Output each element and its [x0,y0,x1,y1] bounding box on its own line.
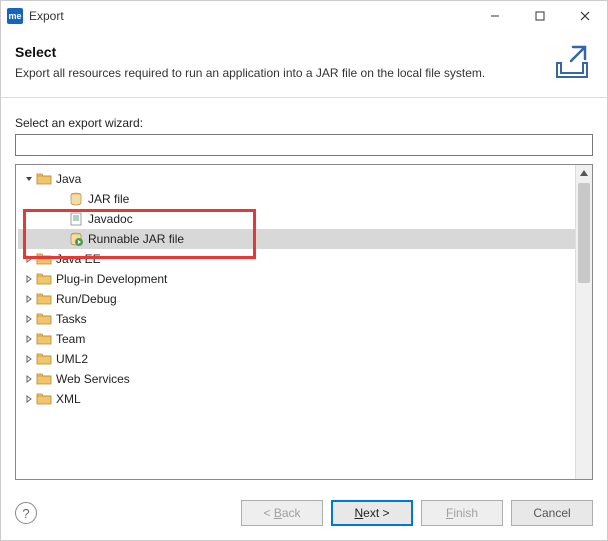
tree-item[interactable]: Java EE [18,249,575,269]
filter-input[interactable] [15,134,593,156]
chevron-right-icon[interactable] [22,252,36,266]
finish-button: Finish [421,500,503,526]
chevron-right-icon[interactable] [22,272,36,286]
folder-icon [36,391,52,407]
minimize-button[interactable] [472,1,517,31]
tree-item[interactable]: Team [18,329,575,349]
tree-item[interactable]: Run/Debug [18,289,575,309]
page-description: Export all resources required to run an … [15,66,541,80]
page-title: Select [15,44,541,60]
chevron-right-icon[interactable] [22,332,36,346]
tree-item-label: Web Services [56,372,130,386]
chevron-right-icon[interactable] [22,292,36,306]
tree-item-label: Javadoc [88,212,133,226]
tree-item[interactable]: Runnable JAR file [18,229,575,249]
close-button[interactable] [562,1,607,31]
chevron-down-icon[interactable] [22,172,36,186]
tree-item-label: UML2 [56,352,88,366]
chevron-right-icon[interactable] [22,312,36,326]
dialog-header: Select Export all resources required to … [1,31,607,98]
tree-item-label: Java EE [56,252,101,266]
tree-item-label: JAR file [88,192,129,206]
wizard-tree-container: Java JAR file Javadoc Runnable JAR file Java… [15,164,593,480]
window-controls [472,1,607,31]
next-label: Next > [354,506,389,520]
folder-icon [36,351,52,367]
chevron-right-icon[interactable] [22,352,36,366]
finish-label: Finish [446,506,478,520]
wizard-prompt: Select an export wizard: [15,116,593,130]
tree-item[interactable]: Java [18,169,575,189]
chevron-right-icon[interactable] [22,392,36,406]
tree-item-label: Run/Debug [56,292,117,306]
tree-scrollbar[interactable] [575,165,592,479]
export-icon [551,41,593,83]
button-bar: ? < Back Next > Finish Cancel [1,488,607,540]
folder-icon [36,371,52,387]
tree-item-label: Java [56,172,81,186]
window-title: Export [29,9,472,23]
main-content: Select an export wizard: JavaJAR fileJav… [1,98,607,488]
folder-icon [36,271,52,287]
back-label: < Back [263,506,300,520]
help-button[interactable]: ? [15,502,37,524]
tree-item-label: Plug-in Development [56,272,167,286]
chevron-right-icon[interactable] [22,372,36,386]
tree-item-label: Team [56,332,85,346]
tree-item[interactable]: Plug-in Development [18,269,575,289]
doc-icon [68,211,84,227]
back-button: < Back [241,500,323,526]
tree-item-label: XML [56,392,81,406]
tree-item-label: Tasks [56,312,87,326]
runnable-jar-icon [68,231,84,247]
scroll-thumb[interactable] [578,183,590,283]
folder-icon [36,291,52,307]
cancel-button[interactable]: Cancel [511,500,593,526]
titlebar: me Export [1,1,607,31]
tree-item[interactable]: UML2 [18,349,575,369]
folder-icon [36,331,52,347]
folder-icon [36,311,52,327]
tree-item[interactable]: JAR file [18,189,575,209]
jar-icon [68,191,84,207]
tree-item[interactable]: Tasks [18,309,575,329]
wizard-tree[interactable]: Java JAR file Javadoc Runnable JAR file Java… [16,165,575,479]
app-icon: me [7,8,23,24]
tree-item-label: Runnable JAR file [88,232,184,246]
tree-item[interactable]: Web Services [18,369,575,389]
cancel-label: Cancel [533,506,570,520]
maximize-button[interactable] [517,1,562,31]
folder-icon [36,171,52,187]
next-button[interactable]: Next > [331,500,413,526]
tree-item[interactable]: Javadoc [18,209,575,229]
tree-item[interactable]: XML [18,389,575,409]
folder-icon [36,251,52,267]
